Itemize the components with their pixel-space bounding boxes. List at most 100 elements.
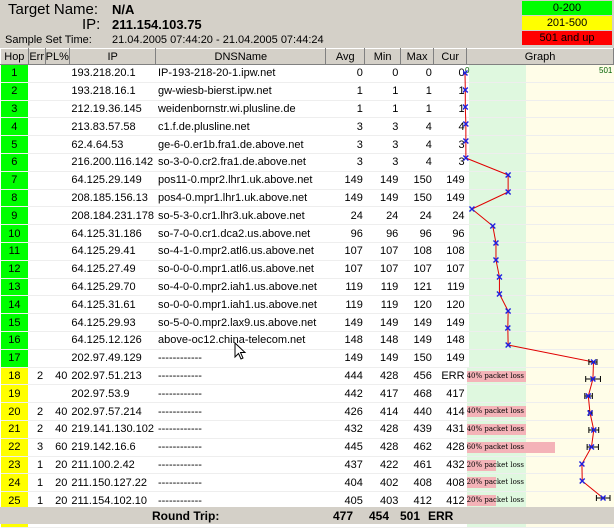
err-cell <box>28 242 46 261</box>
err-cell <box>28 189 46 208</box>
err-cell <box>28 313 46 332</box>
cur-cell: 120 <box>433 295 467 315</box>
legend-0: 0-200 <box>522 1 612 15</box>
avg-cell: 1 <box>325 82 365 101</box>
dns-cell: so-3-0-0.cr2.fra1.de.above.net <box>155 153 326 172</box>
min-cell: 119 <box>364 295 401 315</box>
avg-cell: 3 <box>325 135 365 154</box>
ip-cell: 64.125.31.186 <box>69 224 156 243</box>
dns-cell: so-4-0-0.mpr2.iah1.us.above.net <box>155 278 326 297</box>
err-cell <box>28 260 46 279</box>
column-header-err[interactable]: Err <box>27 48 46 65</box>
cur-cell: 4 <box>433 117 467 137</box>
ip-cell: 202.97.49.129 <box>69 349 156 368</box>
graph-scale-max: 501 <box>599 66 613 75</box>
err-cell <box>28 82 46 101</box>
min-cell: 1 <box>364 100 401 119</box>
hop-cell: 16 <box>0 331 29 350</box>
cur-cell: 119 <box>433 278 467 297</box>
pl-cell: 40 <box>45 420 70 439</box>
cur-cell: 431 <box>433 420 467 439</box>
dns-cell: so-4-1-0.mpr2.atl6.us.above.net <box>155 242 326 261</box>
avg-cell: 24 <box>325 206 365 226</box>
min-cell: 119 <box>364 278 401 297</box>
mouse-pointer-icon <box>234 342 247 360</box>
dns-cell: weidenbornstr.wi.plusline.de <box>155 100 326 119</box>
err-cell <box>28 295 46 315</box>
err-cell <box>28 153 46 172</box>
dns-cell: gw-wiesb-bierst.ipw.net <box>155 82 326 101</box>
max-cell: 149 <box>400 331 434 350</box>
cur-cell: 108 <box>433 242 467 261</box>
pl-cell <box>45 349 70 368</box>
avg-cell: 0 <box>325 64 365 83</box>
avg-cell: 148 <box>325 331 365 350</box>
ip-cell: 216.200.116.142 <box>69 153 156 172</box>
column-header-dnsname[interactable]: DNSName <box>155 48 327 65</box>
pl-cell <box>45 82 70 101</box>
column-header-graph[interactable]: Graph <box>466 48 614 65</box>
pl-cell <box>45 295 70 315</box>
hop-cell: 17 <box>0 349 29 368</box>
avg-cell: 437 <box>325 456 365 475</box>
dns-cell: ------------ <box>155 402 326 421</box>
column-header-ip[interactable]: IP <box>68 48 157 65</box>
ip-cell: 64.125.27.49 <box>69 260 156 279</box>
ip-cell: 212.19.36.145 <box>69 100 156 119</box>
dns-cell: ------------ <box>155 438 326 457</box>
min-cell: 3 <box>364 153 401 172</box>
avg-cell: 426 <box>325 402 365 421</box>
min-cell: 1 <box>364 82 401 101</box>
min-cell: 3 <box>364 135 401 154</box>
err-cell: 2 <box>28 402 46 421</box>
avg-point-marker <box>468 206 475 212</box>
hop-cell: 6 <box>0 153 29 172</box>
ip-cell: 208.184.231.178 <box>69 206 156 226</box>
column-header-max[interactable]: Max <box>399 48 435 65</box>
avg-cell: 107 <box>325 242 365 261</box>
err-cell <box>28 64 46 83</box>
hop-cell: 22 <box>0 438 29 457</box>
column-header-hop[interactable]: Hop <box>0 48 29 65</box>
sample-time-label: Sample Set Time: <box>5 34 92 46</box>
max-cell: 150 <box>400 189 434 208</box>
avg-cell: 107 <box>325 260 365 279</box>
max-cell: 1 <box>400 100 434 119</box>
hop-cell: 12 <box>0 260 29 279</box>
column-header-pl[interactable]: PL% <box>44 48 70 65</box>
min-cell: 3 <box>364 117 401 137</box>
pl-cell <box>45 117 70 137</box>
pl-cell: 60 <box>45 438 70 457</box>
round-trip-cur: ERR <box>428 509 454 523</box>
column-header-avg[interactable]: Avg <box>325 48 366 65</box>
column-header-cur[interactable]: Cur <box>433 48 468 65</box>
min-cell: 107 <box>364 260 401 279</box>
ip-cell: 213.83.57.58 <box>69 117 156 137</box>
ip-cell: 202.97.57.214 <box>69 402 156 421</box>
hop-cell: 3 <box>0 100 29 119</box>
pl-cell <box>45 189 70 208</box>
latency-graph: 0501 <box>463 66 613 501</box>
table-header-row: Hop Err PL% IP DNSName Avg Min Max Cur Graph <box>0 48 614 65</box>
hop-cell: 11 <box>0 242 29 261</box>
max-cell: 462 <box>400 438 434 457</box>
avg-cell: 149 <box>325 189 365 208</box>
latency-line <box>464 72 604 499</box>
min-cell: 422 <box>364 456 401 475</box>
cur-cell: 0 <box>433 64 467 83</box>
max-cell: 468 <box>400 384 434 404</box>
pl-cell <box>45 260 70 279</box>
dns-cell: so-5-3-0.cr1.lhr3.uk.above.net <box>155 206 326 226</box>
round-trip-footer: Round Trip: 477 454 501 ERR <box>0 507 614 524</box>
min-cell: 149 <box>364 171 401 190</box>
max-cell: 4 <box>400 135 434 154</box>
cur-cell: 432 <box>433 456 467 475</box>
err-cell <box>28 224 46 243</box>
avg-cell: 149 <box>325 171 365 190</box>
avg-cell: 3 <box>325 117 365 137</box>
cur-cell: 148 <box>433 331 467 350</box>
round-trip-min: 454 <box>369 509 390 523</box>
hop-cell: 1 <box>0 64 29 83</box>
column-header-min[interactable]: Min <box>364 48 401 65</box>
err-cell <box>28 117 46 137</box>
